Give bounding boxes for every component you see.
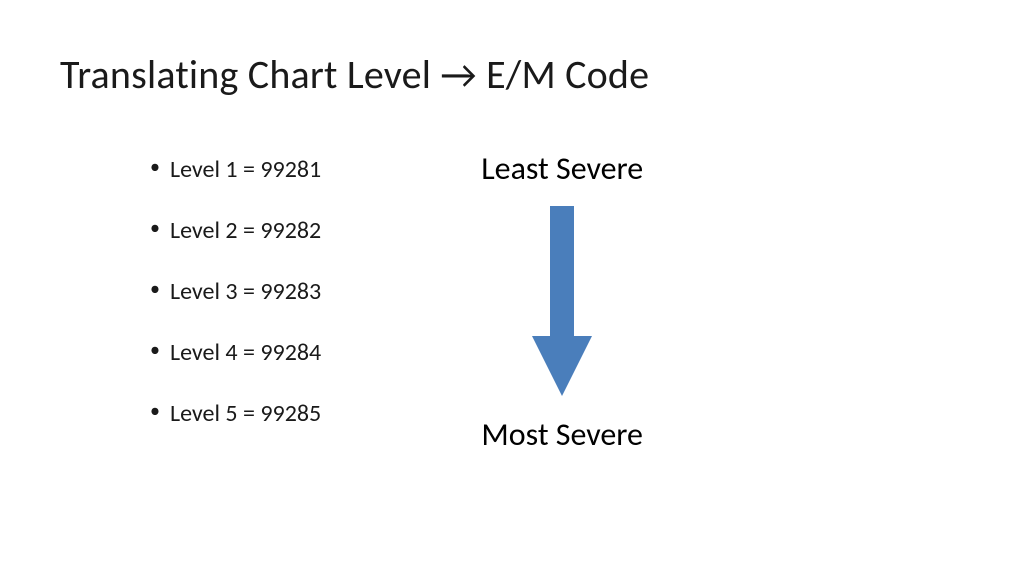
list-item: Level 5 = 99285	[150, 399, 321, 428]
severity-column: Least Severe Most Severe	[421, 149, 643, 460]
page-title: Translating Chart Level → E/M Code	[60, 50, 964, 99]
level-list: Level 1 = 99281 Level 2 = 99282 Level 3 …	[150, 149, 321, 460]
title-post: E/M Code	[477, 50, 649, 99]
slide: Translating Chart Level → E/M Code Level…	[0, 0, 1024, 576]
list-item: Level 4 = 99284	[150, 338, 321, 367]
arrow-down-icon	[532, 206, 592, 401]
list-item: Level 2 = 99282	[150, 216, 321, 245]
title-pre: Translating Chart Level	[60, 50, 440, 99]
severity-top-label: Least Severe	[481, 149, 643, 188]
list-item: Level 1 = 99281	[150, 155, 321, 184]
arrow-right-icon: →	[440, 50, 476, 99]
content-row: Level 1 = 99281 Level 2 = 99282 Level 3 …	[60, 149, 964, 460]
list-item: Level 3 = 99283	[150, 277, 321, 306]
severity-bottom-label: Most Severe	[481, 415, 643, 454]
